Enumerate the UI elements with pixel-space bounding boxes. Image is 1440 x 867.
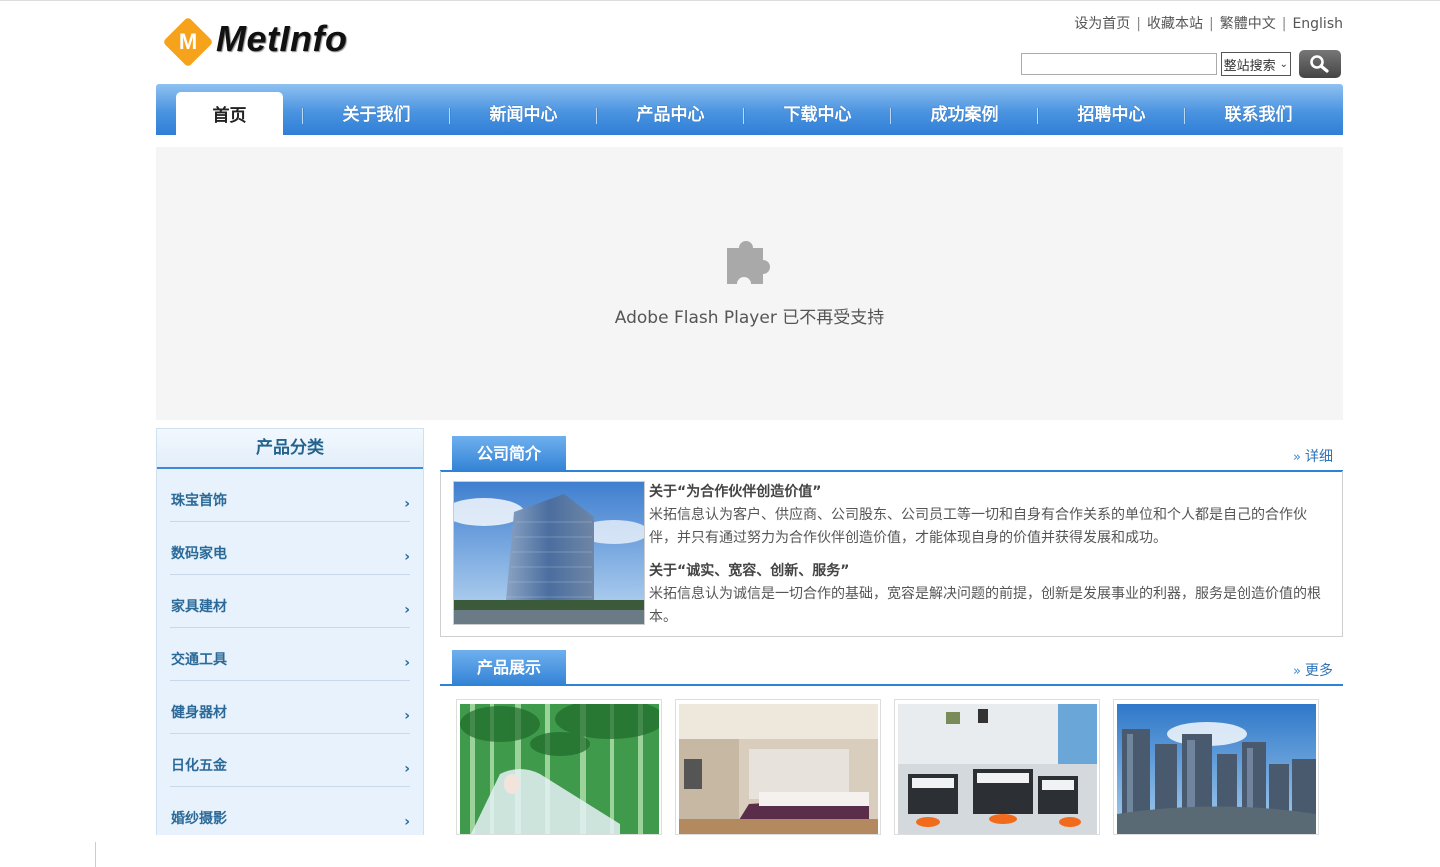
nav-divider (1037, 108, 1039, 124)
product-image (898, 704, 1097, 834)
sidebar-item-electronics[interactable]: 数码家电 › (170, 522, 410, 575)
flash-banner-placeholder[interactable]: Adobe Flash Player 已不再受支持 (156, 147, 1343, 420)
about-paragraph-2: 米拓信息认为诚信是一切合作的基础，宽容是解决问题的前提，创新是发展事业的利器，服… (649, 586, 1321, 625)
nav-divider (743, 108, 745, 124)
product-card-wedding[interactable] (456, 699, 662, 835)
about-text: 关于“为合作伙伴创造价值” 米拓信息认为客户、供应商、公司股东、公司员工等一切和自… (649, 481, 1329, 639)
nav-divider (1184, 108, 1186, 124)
sidebar-item-label: 婚纱摄影 (171, 811, 227, 827)
about-heading-2: 关于“诚实、宽容、创新、服务” (649, 563, 850, 579)
nav-item-jobs[interactable]: 招聘中心 (1058, 92, 1165, 135)
sidebar-item-hardware[interactable]: 日化五金 › (170, 734, 410, 787)
product-card-bedroom[interactable] (675, 699, 881, 835)
product-category-sidebar: 产品分类 珠宝首饰 › 数码家电 › 家具建材 › 交通工具 › 健身器材 › 日化五金 ›… (156, 428, 424, 838)
site-logo[interactable]: M MetInfo (162, 16, 348, 68)
logo-mark-icon: M (162, 16, 214, 68)
sidebar-item-fitness[interactable]: 健身器材 › (170, 681, 410, 734)
product-grid (456, 699, 1336, 835)
sidebar-item-furniture[interactable]: 家具建材 › (170, 575, 410, 628)
product-image (460, 704, 659, 834)
sidebar-item-label: 数码家电 (171, 546, 227, 562)
company-building-image[interactable] (453, 481, 645, 625)
page-container: M MetInfo 设为首页 | 收藏本站 | 繁體中文 | English 整站搜索 ⌄ 首… (156, 0, 1343, 867)
search-scope-select[interactable]: 整站搜索 ⌄ (1220, 52, 1291, 76)
nav-divider (302, 108, 304, 124)
nav-divider (890, 108, 892, 124)
about-paragraph-1: 米拓信息认为客户、供应商、公司股东、公司员工等一切和自身有合作关系的单位和个人都… (649, 507, 1307, 546)
flash-unsupported-message: Adobe Flash Player 已不再受支持 (614, 308, 885, 328)
top-links: 设为首页 | 收藏本站 | 繁體中文 | English (1074, 16, 1343, 32)
about-more-link[interactable]: » 详细 (1293, 446, 1333, 466)
about-section-header: 公司简介 » 详细 (440, 436, 1343, 472)
main-nav: 首页 关于我们 新闻中心 产品中心 下载中心 成功案例 招聘中心 联系我们 (156, 84, 1343, 135)
nav-divider (449, 108, 451, 124)
double-chevron-icon: » (1293, 664, 1301, 679)
sidebar-item-label: 家具建材 (171, 599, 227, 615)
traditional-chinese-link[interactable]: 繁體中文 (1220, 16, 1276, 32)
products-section-header: 产品展示 » 更多 (440, 650, 1343, 686)
search-icon (1310, 55, 1329, 73)
about-section-tab: 公司简介 (452, 436, 566, 470)
product-image (679, 704, 878, 834)
nav-item-downloads[interactable]: 下载中心 (764, 92, 871, 135)
sidebar-item-label: 珠宝首饰 (171, 493, 227, 509)
nav-item-cases[interactable]: 成功案例 (911, 92, 1018, 135)
product-card-city[interactable] (1113, 699, 1319, 835)
logo-text: MetInfo (216, 18, 348, 59)
sidebar-item-label: 日化五金 (171, 758, 227, 774)
chevron-right-icon: › (404, 814, 410, 830)
about-heading-1: 关于“为合作伙伴创造价值” (649, 484, 822, 500)
nav-item-news[interactable]: 新闻中心 (470, 92, 577, 135)
product-card-office[interactable] (894, 699, 1100, 835)
products-section-tab: 产品展示 (452, 650, 566, 684)
nav-item-about[interactable]: 关于我们 (323, 92, 430, 135)
sidebar-item-jewelry[interactable]: 珠宝首饰 › (170, 469, 410, 522)
bookmark-link[interactable]: 收藏本站 (1147, 16, 1203, 32)
english-link[interactable]: English (1292, 16, 1343, 32)
nav-item-home[interactable]: 首页 (176, 92, 283, 135)
sidebar-title: 产品分类 (157, 429, 423, 469)
search-button[interactable] (1299, 50, 1341, 78)
products-more-link[interactable]: » 更多 (1293, 660, 1333, 680)
nav-item-contact[interactable]: 联系我们 (1205, 92, 1312, 135)
double-chevron-icon: » (1293, 450, 1301, 465)
chevron-down-icon: ⌄ (1279, 58, 1288, 70)
footer-blank (0, 835, 1440, 867)
footer-divider (95, 842, 96, 867)
search-bar: 整站搜索 ⌄ (1020, 50, 1341, 78)
sidebar-item-vehicles[interactable]: 交通工具 › (170, 628, 410, 681)
nav-divider (596, 108, 598, 124)
puzzle-plugin-icon (727, 241, 770, 284)
product-image (1117, 704, 1316, 834)
nav-item-products[interactable]: 产品中心 (617, 92, 724, 135)
sidebar-item-label: 健身器材 (171, 705, 227, 721)
search-input[interactable] (1020, 53, 1217, 75)
about-content-box: 关于“为合作伙伴创造价值” 米拓信息认为客户、供应商、公司股东、公司员工等一切和自… (440, 471, 1343, 637)
sidebar-item-wedding[interactable]: 婚纱摄影 › (170, 787, 410, 837)
set-homepage-link[interactable]: 设为首页 (1074, 16, 1130, 32)
sidebar-item-label: 交通工具 (171, 652, 227, 668)
